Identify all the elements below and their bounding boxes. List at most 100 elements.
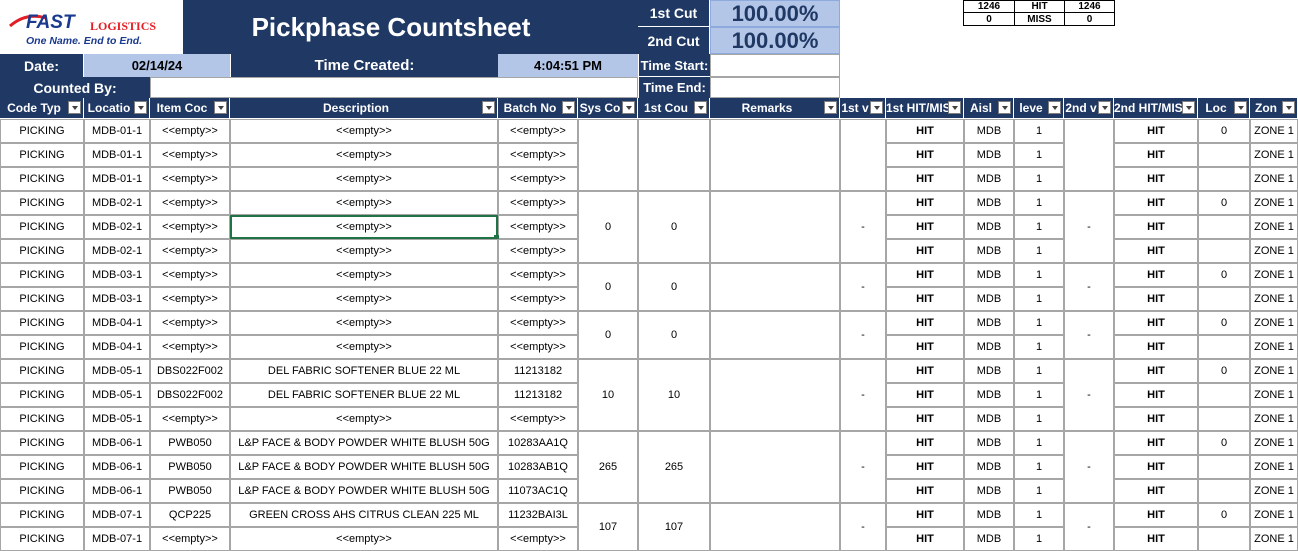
loc-cell[interactable]: 0 bbox=[1198, 263, 1250, 287]
location-cell[interactable]: MDB-06-1 bbox=[84, 431, 150, 455]
filter-dropdown-icon[interactable] bbox=[870, 101, 883, 114]
zone-cell[interactable]: ZONE 1 bbox=[1250, 215, 1298, 239]
description-cell[interactable]: <<empty>> bbox=[230, 167, 498, 191]
item-code-cell[interactable]: <<empty>> bbox=[150, 407, 230, 431]
batch-cell[interactable]: 10283AB1Q bbox=[498, 455, 578, 479]
remarks-cell[interactable] bbox=[710, 359, 840, 431]
aisle-cell[interactable]: MDB bbox=[964, 431, 1014, 455]
filter-dropdown-icon[interactable] bbox=[214, 101, 227, 114]
batch-cell[interactable]: <<empty>> bbox=[498, 335, 578, 359]
item-code-cell[interactable]: <<empty>> bbox=[150, 167, 230, 191]
loc-cell[interactable] bbox=[1198, 287, 1250, 311]
sys-count-cell[interactable]: 10 bbox=[578, 359, 638, 431]
description-cell[interactable]: L&P FACE & BODY POWDER WHITE BLUSH 50G bbox=[230, 431, 498, 455]
batch-cell[interactable]: <<empty>> bbox=[498, 167, 578, 191]
zone-cell[interactable]: ZONE 1 bbox=[1250, 239, 1298, 263]
second-hit-miss-cell[interactable]: HIT bbox=[1114, 119, 1198, 143]
level-cell[interactable]: 1 bbox=[1014, 311, 1064, 335]
level-cell[interactable]: 1 bbox=[1014, 479, 1064, 503]
aisle-cell[interactable]: MDB bbox=[964, 527, 1014, 551]
aisle-cell[interactable]: MDB bbox=[964, 455, 1014, 479]
code-type-cell[interactable]: PICKING bbox=[0, 239, 84, 263]
code-type-cell[interactable]: PICKING bbox=[0, 311, 84, 335]
sys-count-cell[interactable]: 107 bbox=[578, 503, 638, 551]
code-type-cell[interactable]: PICKING bbox=[0, 143, 84, 167]
item-code-cell[interactable]: QCP225 bbox=[150, 503, 230, 527]
counted-by-input[interactable] bbox=[150, 77, 638, 98]
sys-count-cell[interactable]: 265 bbox=[578, 431, 638, 503]
first-hit-miss-cell[interactable]: HIT bbox=[886, 431, 964, 455]
aisle-cell[interactable]: MDB bbox=[964, 263, 1014, 287]
description-cell[interactable]: <<empty>> bbox=[230, 287, 498, 311]
sys-count-cell[interactable]: 0 bbox=[578, 311, 638, 359]
filter-dropdown-icon[interactable] bbox=[694, 101, 707, 114]
second-hit-miss-cell[interactable]: HIT bbox=[1114, 287, 1198, 311]
second-hit-miss-cell[interactable]: HIT bbox=[1114, 311, 1198, 335]
second-variance-cell[interactable]: - bbox=[1064, 359, 1114, 431]
level-cell[interactable]: 1 bbox=[1014, 407, 1064, 431]
code-type-cell[interactable]: PICKING bbox=[0, 479, 84, 503]
location-cell[interactable]: MDB-06-1 bbox=[84, 455, 150, 479]
description-cell[interactable]: <<empty>> bbox=[230, 527, 498, 551]
second-variance-cell[interactable]: - bbox=[1064, 263, 1114, 311]
aisle-cell[interactable]: MDB bbox=[964, 239, 1014, 263]
first-count-cell[interactable]: 0 bbox=[638, 263, 710, 311]
loc-cell[interactable]: 0 bbox=[1198, 503, 1250, 527]
zone-cell[interactable]: ZONE 1 bbox=[1250, 167, 1298, 191]
level-cell[interactable]: 1 bbox=[1014, 263, 1064, 287]
first-variance-cell[interactable]: - bbox=[840, 311, 886, 359]
second-variance-cell[interactable]: - bbox=[1064, 431, 1114, 503]
first-count-cell[interactable]: 265 bbox=[638, 431, 710, 503]
filter-dropdown-icon[interactable] bbox=[482, 101, 495, 114]
description-cell[interactable]: L&P FACE & BODY POWDER WHITE BLUSH 50G bbox=[230, 455, 498, 479]
filter-dropdown-icon[interactable] bbox=[1182, 101, 1195, 114]
level-cell[interactable]: 1 bbox=[1014, 359, 1064, 383]
item-code-cell[interactable]: <<empty>> bbox=[150, 215, 230, 239]
first-count-cell[interactable]: 10 bbox=[638, 359, 710, 431]
second-hit-miss-cell[interactable]: HIT bbox=[1114, 503, 1198, 527]
first-count-cell[interactable] bbox=[638, 119, 710, 191]
zone-cell[interactable]: ZONE 1 bbox=[1250, 287, 1298, 311]
first-hit-miss-cell[interactable]: HIT bbox=[886, 479, 964, 503]
description-cell[interactable]: DEL FABRIC SOFTENER BLUE 22 ML bbox=[230, 383, 498, 407]
time-start-input[interactable] bbox=[710, 54, 840, 77]
sys-count-cell[interactable]: 0 bbox=[578, 191, 638, 263]
first-hit-miss-cell[interactable]: HIT bbox=[886, 527, 964, 551]
loc-cell[interactable] bbox=[1198, 527, 1250, 551]
aisle-cell[interactable]: MDB bbox=[964, 359, 1014, 383]
description-cell[interactable]: <<empty>> bbox=[230, 407, 498, 431]
filter-dropdown-icon[interactable] bbox=[562, 101, 575, 114]
zone-cell[interactable]: ZONE 1 bbox=[1250, 263, 1298, 287]
location-cell[interactable]: MDB-04-1 bbox=[84, 335, 150, 359]
filter-dropdown-icon[interactable] bbox=[1234, 101, 1247, 114]
level-cell[interactable]: 1 bbox=[1014, 527, 1064, 551]
code-type-cell[interactable]: PICKING bbox=[0, 167, 84, 191]
batch-cell[interactable]: <<empty>> bbox=[498, 407, 578, 431]
code-type-cell[interactable]: PICKING bbox=[0, 527, 84, 551]
first-variance-cell[interactable]: - bbox=[840, 191, 886, 263]
location-cell[interactable]: MDB-05-1 bbox=[84, 359, 150, 383]
second-hit-miss-cell[interactable]: HIT bbox=[1114, 383, 1198, 407]
loc-cell[interactable] bbox=[1198, 239, 1250, 263]
first-cut-value[interactable]: 100.00% bbox=[710, 0, 840, 27]
first-hit-miss-cell[interactable]: HIT bbox=[886, 335, 964, 359]
loc-cell[interactable] bbox=[1198, 479, 1250, 503]
batch-cell[interactable]: <<empty>> bbox=[498, 215, 578, 239]
first-hit-miss-cell[interactable]: HIT bbox=[886, 383, 964, 407]
second-hit-miss-cell[interactable]: HIT bbox=[1114, 215, 1198, 239]
location-cell[interactable]: MDB-06-1 bbox=[84, 479, 150, 503]
code-type-cell[interactable]: PICKING bbox=[0, 503, 84, 527]
aisle-cell[interactable]: MDB bbox=[964, 335, 1014, 359]
first-hit-miss-cell[interactable]: HIT bbox=[886, 407, 964, 431]
first-variance-cell[interactable]: - bbox=[840, 263, 886, 311]
zone-cell[interactable]: ZONE 1 bbox=[1250, 191, 1298, 215]
loc-cell[interactable]: 0 bbox=[1198, 431, 1250, 455]
remarks-cell[interactable] bbox=[710, 311, 840, 359]
loc-cell[interactable] bbox=[1198, 455, 1250, 479]
level-cell[interactable]: 1 bbox=[1014, 239, 1064, 263]
location-cell[interactable]: MDB-02-1 bbox=[84, 215, 150, 239]
second-variance-cell[interactable]: - bbox=[1064, 503, 1114, 551]
aisle-cell[interactable]: MDB bbox=[964, 143, 1014, 167]
filter-dropdown-icon[interactable] bbox=[622, 101, 635, 114]
filter-dropdown-icon[interactable] bbox=[68, 101, 81, 114]
